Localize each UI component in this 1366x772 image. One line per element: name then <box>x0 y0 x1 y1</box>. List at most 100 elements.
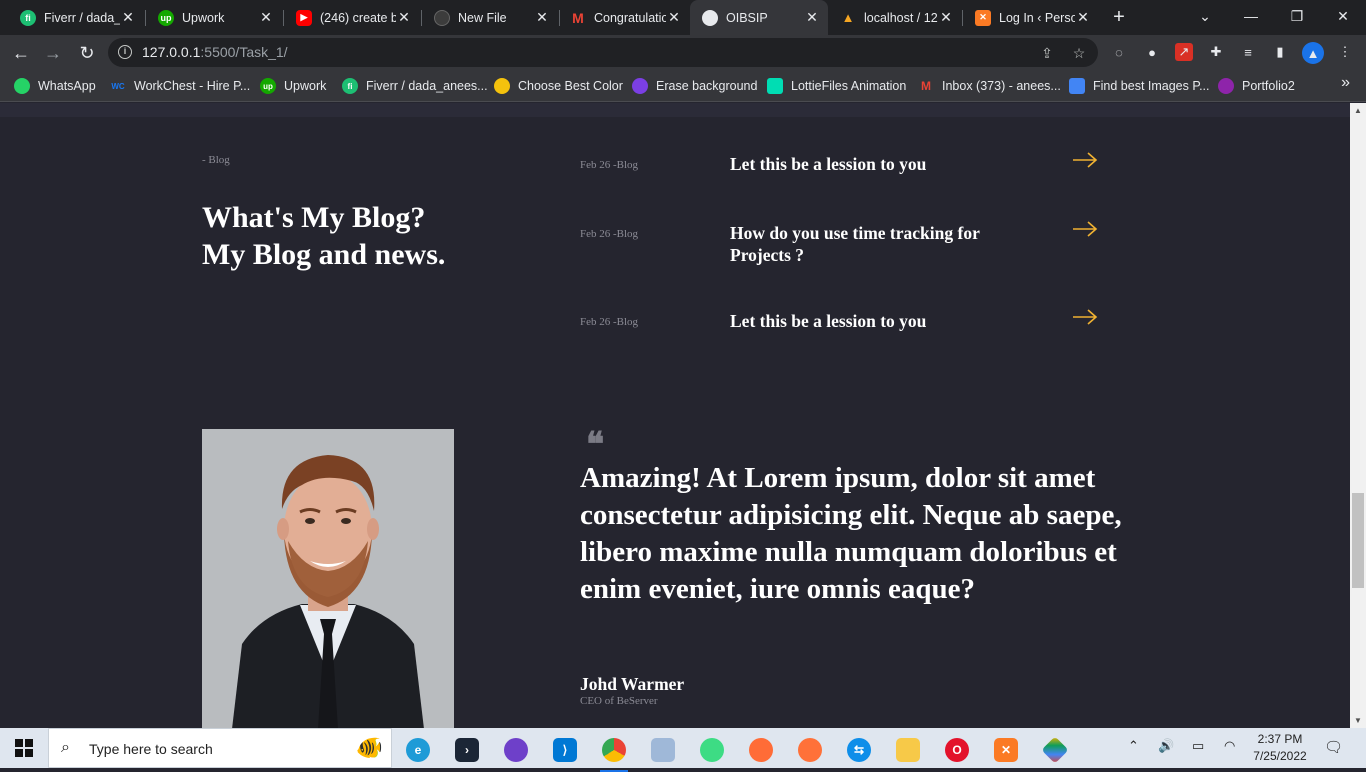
volume-icon[interactable]: 🔊 <box>1158 738 1174 754</box>
close-icon[interactable]: ✕ <box>666 9 682 26</box>
url-text[interactable]: 127.0.0.1:5500/Task_1/ <box>142 44 288 60</box>
taskbar-terminal[interactable]: › <box>447 732 487 768</box>
wifi-icon[interactable]: ◠ <box>1224 738 1235 754</box>
taskbar-teamviewer[interactable]: ⇆ <box>839 732 879 768</box>
menu-kebab-icon[interactable]: ⋮ <box>1336 43 1354 61</box>
close-icon[interactable]: ✕ <box>258 9 274 26</box>
close-icon[interactable]: ✕ <box>396 9 412 26</box>
post-title[interactable]: Let this be a lession to you <box>730 310 1030 332</box>
taskbar-android[interactable] <box>692 732 732 768</box>
taskbar-edge[interactable]: e <box>398 732 438 768</box>
new-tab-button[interactable]: + <box>1108 6 1130 28</box>
taskbar-clock[interactable]: 2:37 PM 7/25/2022 <box>1248 731 1312 765</box>
tab-title: New File <box>458 10 507 25</box>
arrow-right-icon[interactable] <box>1072 308 1098 326</box>
testimonial-quote: Amazing! At Lorem ipsum, dolor sit amet … <box>580 462 1122 605</box>
search-icon: ⌕ <box>61 739 70 756</box>
page-scrollbar[interactable]: ▲ ▼ <box>1350 103 1366 728</box>
arrow-right-icon[interactable] <box>1072 151 1098 169</box>
teamviewer-icon: ⇆ <box>847 738 871 762</box>
scroll-up-icon[interactable]: ▲ <box>1354 106 1362 115</box>
bookmarks-overflow-icon[interactable]: » <box>1341 74 1350 92</box>
taskbar-virtualbox[interactable] <box>643 732 683 768</box>
bookmark-portfolio2[interactable]: Portfolio2 <box>1218 76 1295 96</box>
bookmark-lottiefiles[interactable]: LottieFiles Animation <box>767 76 906 96</box>
tab-upwork[interactable]: up Upwork ✕ <box>146 0 282 35</box>
media-control-icon[interactable]: ≡ <box>1239 43 1257 61</box>
arrow-right-icon[interactable] <box>1072 220 1098 238</box>
minimize-button[interactable]: — <box>1228 0 1274 32</box>
bookmark-inbox[interactable]: M Inbox (373) - anees... <box>918 76 1061 96</box>
tab-oibsip[interactable]: OIBSIP ✕ <box>690 0 828 35</box>
tab-title: Fiverr / dada_ <box>44 10 120 25</box>
reload-button[interactable]: ↻ <box>74 40 100 66</box>
info-icon[interactable]: i <box>118 45 132 59</box>
bookmark-workchest[interactable]: WC WorkChest - Hire P... <box>110 76 250 96</box>
globe-icon <box>702 9 718 26</box>
tab-fiverr[interactable]: fi Fiverr / dada_ ✕ <box>8 0 144 35</box>
scrollbar-thumb[interactable] <box>1352 493 1364 588</box>
profile-avatar[interactable]: ▲ <box>1302 42 1324 64</box>
taskbar-github-desktop[interactable] <box>496 732 536 768</box>
close-icon[interactable]: ✕ <box>804 9 820 26</box>
extension-sync-icon[interactable]: ◌ <box>1110 43 1128 61</box>
upwork-icon: up <box>260 78 276 94</box>
search-highlight-icon: 🐠 <box>355 735 383 760</box>
notifications-icon[interactable]: 🗨 <box>1324 738 1343 756</box>
edge-icon: e <box>406 738 430 762</box>
taskbar-firefox[interactable] <box>790 732 830 768</box>
github-icon <box>434 9 450 26</box>
window-close-button[interactable]: ✕ <box>1320 0 1366 32</box>
bookmark-choose-color[interactable]: Choose Best Color <box>494 76 623 96</box>
author-photo <box>202 429 454 728</box>
tab-title: (246) create b <box>320 10 396 25</box>
tab-search-icon[interactable]: ⌄ <box>1182 0 1228 32</box>
bookmark-erase-bg[interactable]: Erase background <box>632 76 757 96</box>
scroll-down-icon[interactable]: ▼ <box>1354 716 1362 725</box>
extension-arrow-icon[interactable]: ↗ <box>1175 43 1193 61</box>
battery-icon[interactable]: ▭ <box>1192 738 1204 754</box>
taskbar-vscode[interactable]: ⟩ <box>545 732 585 768</box>
side-panel-icon[interactable]: ▮ <box>1271 43 1289 61</box>
taskbar-file-explorer[interactable] <box>888 732 928 768</box>
section-divider <box>0 103 1350 117</box>
post-title[interactable]: How do you use time tracking for Project… <box>730 222 1030 266</box>
close-icon[interactable]: ✕ <box>534 9 550 26</box>
post-title[interactable]: Let this be a lession to you <box>730 153 1030 175</box>
close-icon[interactable]: ✕ <box>120 9 136 26</box>
back-button[interactable]: ← <box>8 40 34 66</box>
bookmark-find-images[interactable]: Find best Images P... <box>1069 76 1210 96</box>
taskbar-opera[interactable]: O <box>937 732 977 768</box>
bookmark-star-icon[interactable]: ☆ <box>1070 44 1088 62</box>
bookmark-whatsapp[interactable]: WhatsApp <box>14 76 96 96</box>
testimonial-author: Johd Warmer <box>580 674 685 694</box>
share-icon[interactable]: ⇪ <box>1038 44 1056 62</box>
taskbar-chrome[interactable] <box>594 732 634 772</box>
close-icon[interactable]: ✕ <box>1075 9 1091 26</box>
taskbar-search-box[interactable]: ⌕ Type here to search 🐠 <box>48 728 392 768</box>
taskbar-xampp[interactable]: ✕ <box>986 732 1026 768</box>
tab-new-file[interactable]: New File ✕ <box>422 0 558 35</box>
extensions-puzzle-icon[interactable]: ✚ <box>1207 43 1225 61</box>
tab-login[interactable]: ✕ Log In ‹ Perso ✕ <box>963 0 1099 35</box>
bookmark-upwork[interactable]: up Upwork <box>260 76 326 96</box>
extension-ghost-icon[interactable]: ● <box>1143 43 1161 61</box>
tab-localhost[interactable]: ▲ localhost / 12 ✕ <box>828 0 962 35</box>
testimonial-author-role: CEO of BeServer <box>580 695 658 707</box>
xampp-icon: ✕ <box>994 738 1018 762</box>
close-icon[interactable]: ✕ <box>938 9 954 26</box>
taskbar-git[interactable] <box>1035 732 1075 768</box>
address-bar[interactable]: i 127.0.0.1:5500/Task_1/ ⇪ ☆ <box>108 38 1098 67</box>
tab-youtube[interactable]: ▶ (246) create b ✕ <box>284 0 420 35</box>
forward-button[interactable]: → <box>40 40 66 66</box>
bookmark-fiverr[interactable]: fi Fiverr / dada_anees... <box>342 76 488 96</box>
whatsapp-icon <box>14 78 30 94</box>
tab-title: Congratulatio <box>594 10 666 25</box>
tab-gmail[interactable]: M Congratulatio ✕ <box>558 0 690 35</box>
taskbar-postman[interactable] <box>741 732 781 768</box>
tab-title: localhost / 12 <box>864 10 938 25</box>
restore-button[interactable]: ❐ <box>1274 0 1320 32</box>
windows-start-button[interactable] <box>0 728 48 768</box>
show-hidden-icons[interactable]: ⌃ <box>1128 738 1139 754</box>
page-viewport: - Blog What's My Blog? My Blog and news.… <box>0 103 1350 728</box>
